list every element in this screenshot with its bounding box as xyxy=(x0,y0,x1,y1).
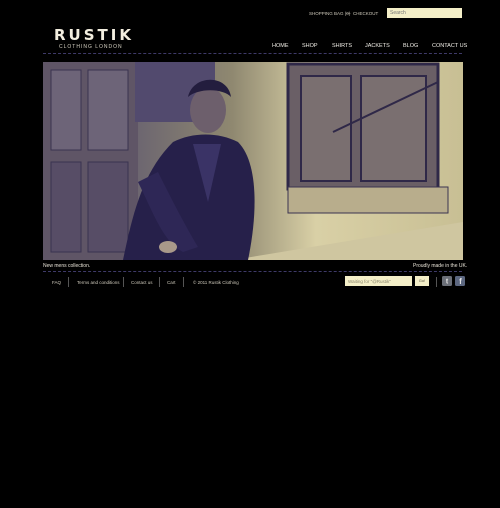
footer-divider xyxy=(43,271,462,272)
twitter-icon[interactable]: t xyxy=(442,276,452,286)
social-separator xyxy=(436,277,437,287)
footer-link-terms[interactable]: Terms and conditions xyxy=(77,280,120,285)
nav-jackets[interactable]: JACKETS xyxy=(365,43,390,49)
footer-separator xyxy=(159,277,160,287)
nav-shop[interactable]: SHOP xyxy=(302,43,318,49)
hero-caption-right: Proudly made in the UK. xyxy=(413,263,468,269)
facebook-icon[interactable]: f xyxy=(455,276,465,286)
svg-text:f: f xyxy=(459,277,462,286)
footer-separator xyxy=(68,277,69,287)
footer-link-faq[interactable]: FAQ xyxy=(52,280,61,285)
twitter-follow-input[interactable] xyxy=(345,276,412,286)
hero-caption-left: New mens collection. xyxy=(43,263,91,269)
footer-separator xyxy=(183,277,184,287)
copyright-text: © 2011 Rustik Clothing xyxy=(193,280,239,285)
footer-link-cart[interactable]: Cart xyxy=(167,280,176,285)
search-input[interactable] xyxy=(387,8,462,18)
nav-home[interactable]: HOME xyxy=(272,43,289,49)
go-button[interactable]: Go! xyxy=(415,276,429,286)
logo-subtitle: CLOTHING LONDON xyxy=(59,44,123,50)
header-divider xyxy=(43,53,462,54)
nav-blog[interactable]: BLOG xyxy=(403,43,418,49)
hero-image xyxy=(43,62,463,260)
checkout-link[interactable]: CHECKOUT xyxy=(353,11,378,16)
nav-shirts[interactable]: SHIRTS xyxy=(332,43,352,49)
shopping-bag-link[interactable]: SHOPPING BAG (0) xyxy=(309,11,350,16)
nav-contact-us[interactable]: CONTACT US xyxy=(432,43,467,49)
footer-separator xyxy=(123,277,124,287)
footer-link-contact[interactable]: Contact us xyxy=(131,280,153,285)
util-separator: — xyxy=(346,11,351,16)
logo-title[interactable]: RUSTIK xyxy=(54,26,134,44)
